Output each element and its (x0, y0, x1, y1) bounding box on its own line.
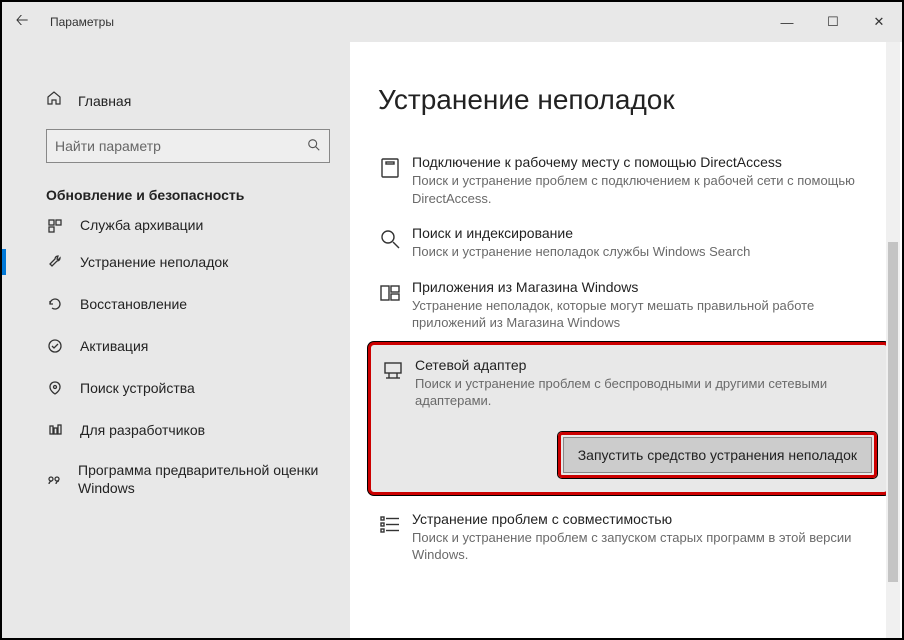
window-controls: — ☐ ✕ (764, 2, 902, 42)
recovery-icon (46, 295, 64, 313)
sidebar-nav: Служба архивации Устранение неполадок Во… (2, 217, 330, 507)
run-troubleshooter-button[interactable]: Запустить средство устранения неполадок (563, 437, 872, 473)
close-button[interactable]: ✕ (856, 2, 902, 42)
backup-icon (46, 217, 64, 235)
sidebar-item-developers[interactable]: Для разработчиков (2, 409, 330, 451)
troubleshoot-item-title: Подключение к рабочему месту с помощью D… (412, 154, 880, 170)
troubleshoot-item-title: Приложения из Магазина Windows (412, 279, 880, 295)
content-scrollbar[interactable] (886, 42, 900, 638)
troubleshoot-item-desc: Устранение неполадок, которые могут меша… (412, 297, 880, 332)
sidebar-item-label: Поиск устройства (80, 380, 195, 396)
run-troubleshooter-highlight: Запустить средство устранения неполадок (558, 432, 877, 478)
search-icon (307, 138, 321, 155)
search-index-icon (378, 225, 412, 261)
sidebar-item-label: Для разработчиков (80, 422, 205, 438)
maximize-button[interactable]: ☐ (810, 2, 856, 42)
troubleshoot-item-title: Сетевой адаптер (415, 357, 877, 373)
troubleshoot-item-title: Поиск и индексирование (412, 225, 880, 241)
sidebar-item-troubleshoot[interactable]: Устранение неполадок (2, 241, 330, 283)
network-adapter-icon (381, 357, 415, 410)
app-title: Параметры (50, 15, 114, 29)
sidebar-section-title: Обновление и безопасность (46, 187, 330, 203)
search-box[interactable] (46, 129, 330, 163)
scrollbar-thumb[interactable] (888, 242, 898, 582)
sidebar-item-recovery[interactable]: Восстановление (2, 283, 330, 325)
store-apps-icon (378, 279, 412, 332)
troubleshoot-item-desc: Поиск и устранение неполадок службы Wind… (412, 243, 880, 261)
minimize-button[interactable]: — (764, 2, 810, 42)
sidebar-item-label: Устранение неполадок (80, 254, 228, 270)
sidebar-item-label: Служба архивации (80, 217, 203, 233)
troubleshoot-item-compatibility[interactable]: Устранение проблем с совместимостью Поис… (378, 503, 880, 574)
troubleshoot-item-desc: Поиск и устранение проблем с запуском ст… (412, 529, 880, 564)
sidebar-item-label: Восстановление (80, 296, 187, 312)
compatibility-icon (378, 511, 412, 564)
find-device-icon (46, 379, 64, 397)
developers-icon (46, 421, 64, 439)
home-icon (46, 90, 62, 111)
sidebar-home[interactable]: Главная (46, 90, 330, 111)
sidebar-item-activation[interactable]: Активация (2, 325, 330, 367)
sidebar-item-insider[interactable]: Программа предварительной оценки Windows (2, 451, 330, 507)
troubleshoot-item-search[interactable]: Поиск и индексирование Поиск и устранени… (378, 217, 880, 271)
wrench-icon (46, 253, 64, 271)
sidebar-home-label: Главная (78, 93, 131, 109)
troubleshoot-item-directaccess[interactable]: Подключение к рабочему месту с помощью D… (378, 146, 880, 217)
search-input[interactable] (55, 138, 307, 154)
troubleshoot-item-desc: Поиск и устранение проблем с подключение… (412, 172, 880, 207)
titlebar: 🡠 Параметры — ☐ ✕ (2, 2, 902, 42)
troubleshoot-item-network-adapter[interactable]: Сетевой адаптер Поиск и устранение пробл… (368, 342, 890, 495)
troubleshoot-item-title: Устранение проблем с совместимостью (412, 511, 880, 527)
troubleshoot-item-store-apps[interactable]: Приложения из Магазина Windows Устранени… (378, 271, 880, 342)
sidebar-item-label: Программа предварительной оценки Windows (78, 461, 330, 497)
page-title: Устранение неполадок (378, 84, 880, 116)
back-button[interactable]: 🡠 (2, 9, 42, 36)
sidebar-item-find-device[interactable]: Поиск устройства (2, 367, 330, 409)
sidebar-item-backup[interactable]: Служба архивации (2, 217, 330, 241)
content-area: Устранение неполадок Подключение к рабоч… (350, 42, 902, 638)
sidebar: Главная Обновление и безопасность Служба… (2, 42, 350, 638)
main-area: Главная Обновление и безопасность Служба… (2, 42, 902, 638)
activation-icon (46, 337, 64, 355)
insider-icon (46, 470, 62, 488)
sidebar-item-label: Активация (80, 338, 148, 354)
troubleshoot-item-desc: Поиск и устранение проблем с беспроводны… (415, 375, 877, 410)
workplace-icon (378, 154, 412, 207)
